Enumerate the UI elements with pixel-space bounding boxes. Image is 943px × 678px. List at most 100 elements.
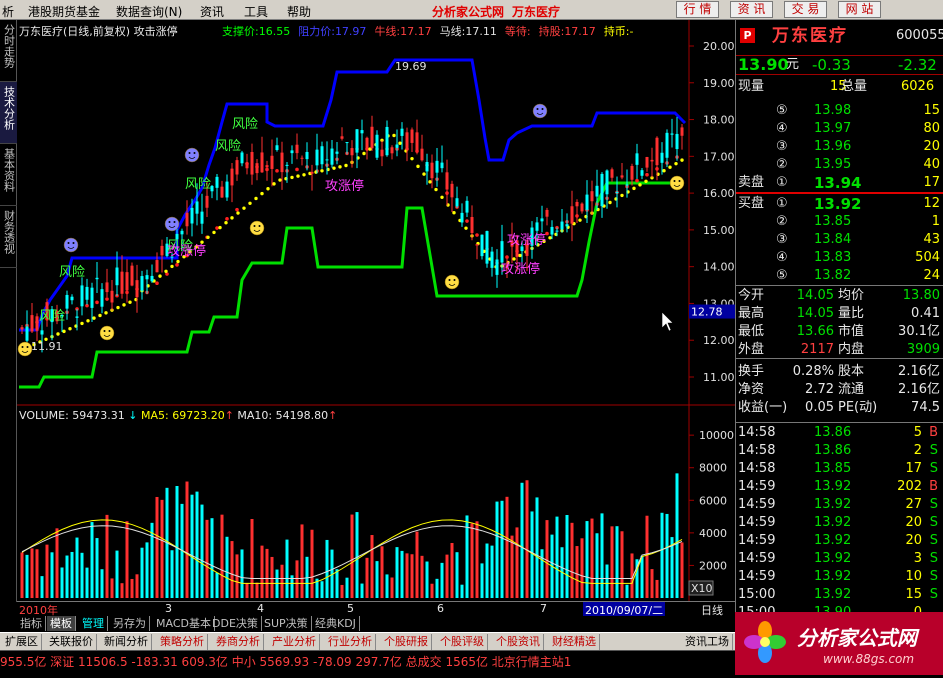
tab-industry-chain[interactable]: 产业分析 (269, 634, 320, 650)
smiley-eye (173, 221, 176, 223)
volume-bar (555, 516, 559, 598)
candle-body (345, 142, 349, 144)
candle-body (605, 170, 609, 195)
indicator-value: 17.17 (564, 25, 596, 38)
menu-item-help[interactable]: 帮助 (287, 3, 311, 20)
menu-item-tools[interactable]: 工具 (244, 3, 268, 20)
tab-dde[interactable]: DDE决策 (209, 616, 262, 631)
yellow-dot (224, 221, 228, 225)
tab-intraday[interactable]: 分时走势 (0, 20, 17, 82)
brand-logo[interactable]: 分析家公式网 www.88gs.com (735, 612, 943, 675)
candle-body (415, 132, 419, 151)
smiley-eye (108, 330, 111, 332)
tab-manage[interactable]: 管理 (79, 616, 108, 631)
tab-finance-picks[interactable]: 财经精选 (549, 634, 600, 650)
smiley-eye (72, 242, 75, 244)
candle-body (115, 267, 119, 286)
bid-row[interactable]: ⑤ 13.82 24 (736, 267, 943, 285)
candle-body (255, 163, 259, 174)
candle-body (495, 259, 499, 275)
candle-body (480, 234, 484, 257)
ask-price: 13.94 (814, 174, 862, 192)
volume-bar (445, 554, 449, 598)
volume-bar (595, 533, 599, 598)
candle-body (655, 137, 659, 166)
stats-row: 最低 13.66 市值 30.1亿 (736, 323, 943, 341)
ask-row[interactable]: ③ 13.96 20 (736, 138, 943, 156)
tick-time: 14:59 (738, 569, 776, 584)
volume-axis-label: 4000 (699, 527, 727, 540)
chart-canvas[interactable]: 20.0019.0018.0017.0016.0015.0014.0013.00… (17, 20, 735, 602)
candle-body (65, 294, 69, 309)
indicator-value: 17.17 (400, 25, 432, 38)
tab-news-analysis[interactable]: 新闻分析 (101, 634, 152, 650)
volume-value: VOLUME: 59473.31 (19, 409, 125, 422)
bid-row[interactable]: ③ 13.84 43 (736, 231, 943, 249)
tab-rating[interactable]: 个股评级 (437, 634, 488, 650)
volume-bar (610, 526, 614, 598)
bid-row[interactable]: ② 13.85 1 (736, 213, 943, 231)
yellow-dot (674, 161, 678, 166)
candle-body (140, 276, 144, 291)
yellow-dot (638, 183, 642, 187)
yellow-dot (548, 236, 552, 240)
ask-row[interactable]: ② 13.95 40 (736, 156, 943, 174)
ask-volume: 80 (923, 121, 940, 136)
website-button[interactable]: 网 站 (838, 1, 881, 18)
info-button[interactable]: 资 讯 (730, 1, 773, 18)
tab-technical[interactable]: 技术分析 (0, 82, 17, 144)
volume-bar (95, 538, 99, 598)
menu-item-news[interactable]: 资讯 (200, 3, 224, 20)
ask-row[interactable]: 卖盘 ① 13.94 17 (736, 174, 943, 192)
tab-sector[interactable]: 行业分析 (325, 634, 376, 650)
trade-button[interactable]: 交 易 (784, 1, 827, 18)
tab-info-workshop[interactable]: 资讯工场 (682, 634, 733, 650)
tab-related-quotes[interactable]: 关联报价 (46, 634, 97, 650)
menu-item-hk-futures[interactable]: 港股期货基金 (28, 3, 100, 20)
tab-financials[interactable]: 财务透视 (0, 206, 17, 268)
tab-indicator[interactable]: 指标 (17, 616, 46, 631)
stat-label: 收益(一) (738, 400, 788, 415)
tab-sup[interactable]: SUP决策 (261, 616, 312, 631)
volume-bar (645, 515, 649, 598)
volume-bar (145, 542, 149, 598)
price-axis-label: 20.00 (703, 40, 735, 53)
tick-volume: 27 (905, 497, 922, 512)
stat-label: 外盘 (738, 342, 765, 357)
bid-row[interactable]: ④ 13.83 504 (736, 249, 943, 267)
menu-item-data-query[interactable]: 数据查询(N) (116, 3, 182, 20)
yellow-dot (170, 264, 174, 269)
price-axis-label: 15.00 (703, 224, 735, 237)
tab-broker[interactable]: 券商分析 (213, 634, 264, 650)
quote-button[interactable]: 行 情 (676, 1, 719, 18)
candle-body (360, 130, 364, 134)
tab-macd[interactable]: MACD基本 (153, 616, 215, 631)
tick-side: S (929, 533, 938, 548)
tab-strategy[interactable]: 策略分析 (157, 634, 208, 650)
ask-row[interactable]: ⑤ 13.98 15 (736, 102, 943, 120)
bull-line-dot (645, 172, 649, 177)
tab-research[interactable]: 个股研报 (381, 634, 432, 650)
tab-extension[interactable]: 扩展区 (2, 634, 42, 650)
volume-bar (30, 548, 34, 598)
candle-body (370, 126, 374, 149)
tab-kdj[interactable]: 经典KDJ (312, 616, 360, 631)
indicator-row: 支撑价:16.55 阻力价:17.97 牛线:17.17 马线:17.11 等待: 持股:… (222, 23, 642, 39)
smiley-eye (678, 180, 681, 182)
yellow-dot (122, 303, 126, 307)
bid-row[interactable]: 买盘 ① 13.92 12 (736, 195, 943, 213)
tab-fundamentals[interactable]: 基本资料 (0, 144, 17, 206)
ask-row[interactable]: ④ 13.97 80 (736, 120, 943, 138)
tab-stock-news[interactable]: 个股资讯 (493, 634, 544, 650)
volume-bar (135, 574, 139, 598)
stat-label: 市值 (838, 324, 865, 339)
volume-bar (45, 544, 49, 598)
price-axis-label: 17.00 (703, 150, 735, 163)
tab-template[interactable]: 模板 (47, 616, 76, 631)
volume-bar (600, 513, 604, 598)
chart-area[interactable]: 20.00 19.00 18.00 17.00 16.00 15.00 14.00 13.00… (17, 20, 735, 602)
menu-item-analysis[interactable]: 析 (2, 3, 14, 20)
stat-value: 14.05 (796, 306, 834, 321)
tab-save-as[interactable]: 另存为 (110, 616, 150, 631)
price-axis-label: 14.00 (703, 261, 735, 274)
